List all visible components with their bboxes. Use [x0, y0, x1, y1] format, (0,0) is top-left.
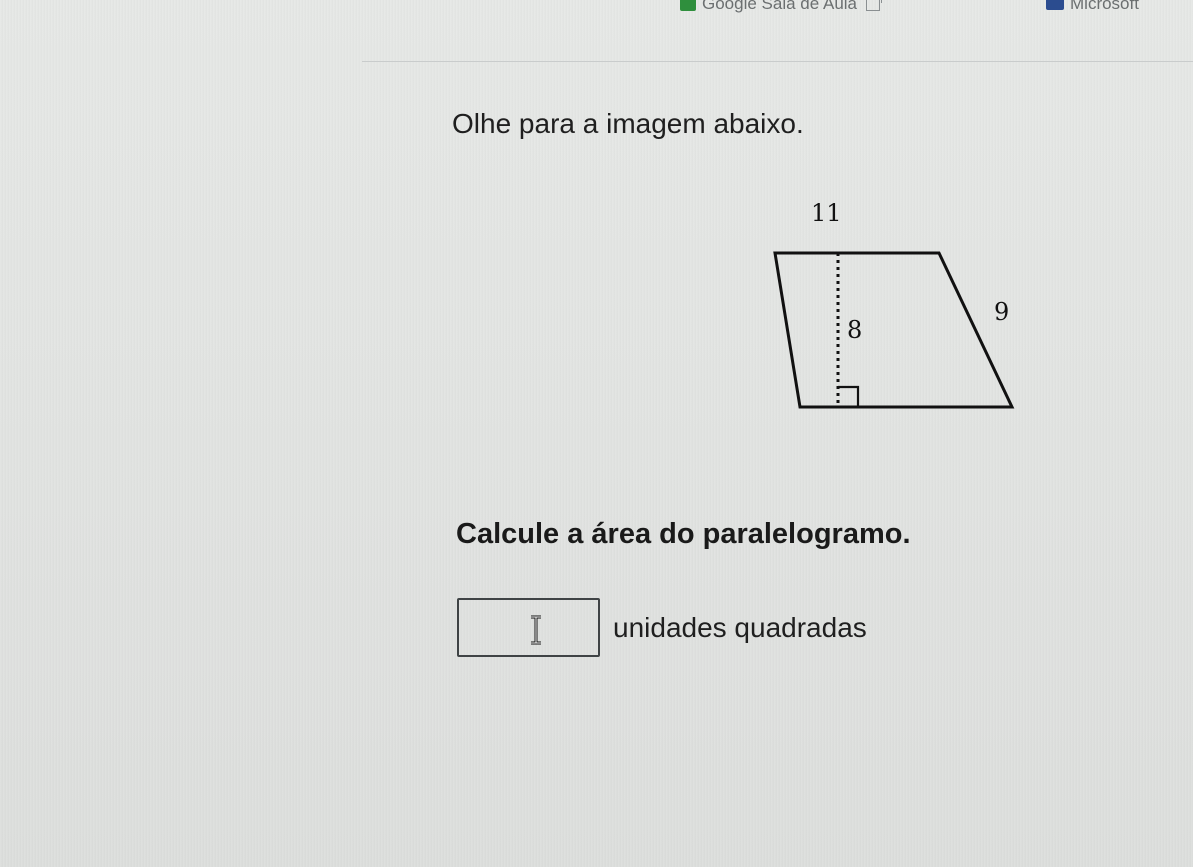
bookmark-classroom-label: Google Sala de Aula	[702, 0, 858, 13]
bookmark-microsoft-label: Microsoft	[1070, 0, 1139, 13]
bookmarks-bar: Google Sala de Aula Microsoft	[0, 0, 1193, 22]
answer-row: unidades quadradas	[457, 598, 867, 657]
bookmark-google-classroom[interactable]: Google Sala de Aula	[680, 0, 883, 14]
prompt-text: Calcule a área do paralelogramo.	[456, 518, 911, 550]
bookmark-microsoft[interactable]: Microsoft	[1046, 0, 1139, 14]
answer-input-wrapper	[457, 598, 600, 657]
parallelogram-shape	[773, 251, 1015, 409]
parallelogram-diagram	[773, 251, 1015, 409]
slanted-side-label: 9	[994, 298, 1010, 326]
answer-input[interactable]	[457, 598, 600, 657]
question-text: Olhe para a imagem abaixo.	[452, 108, 804, 139]
right-angle-marker	[838, 385, 860, 407]
height-label: 8	[847, 316, 863, 344]
google-classroom-icon	[680, 0, 696, 11]
top-side-label: 11	[811, 199, 842, 227]
unit-label: unidades quadradas	[613, 611, 867, 643]
parallelogram-figure: 11 8 9	[770, 195, 1030, 425]
external-link-icon	[866, 0, 883, 11]
microsoft-icon	[1046, 0, 1064, 10]
header-divider	[362, 61, 1193, 62]
